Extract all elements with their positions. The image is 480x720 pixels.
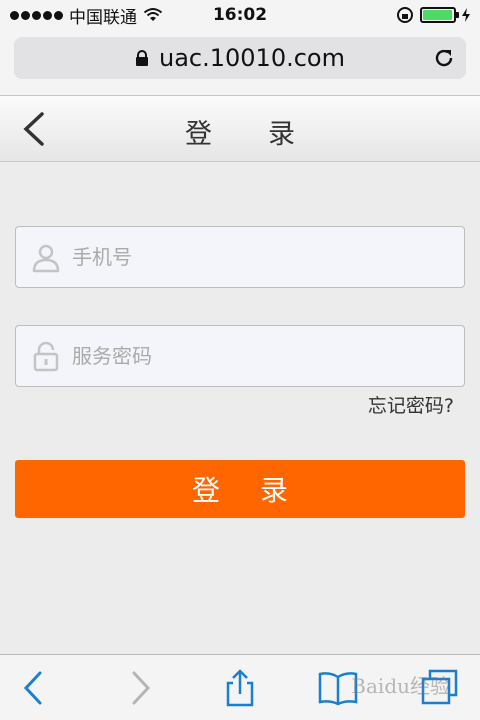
share-icon[interactable] [220,669,260,707]
login-button[interactable]: 登录 [15,460,465,518]
lock-icon [33,341,59,372]
browser-address-area: uac.10010.com [0,30,480,96]
secure-lock-icon [136,50,148,66]
phone-input[interactable] [72,245,432,269]
page-header: 登录 [0,96,480,162]
phone-field[interactable] [15,226,465,288]
status-bar: 中国联通 16:02 [0,0,480,30]
password-input[interactable] [72,344,432,368]
user-icon [32,244,60,273]
charging-icon [462,8,470,22]
battery-icon [420,7,459,23]
url-text: uac.10010.com [159,44,345,72]
back-nav-icon[interactable] [14,669,54,707]
address-bar[interactable]: uac.10010.com [14,37,466,79]
forgot-password-link[interactable]: 忘记密码? [368,391,454,418]
carrier-name: 中国联通 [69,7,137,28]
rotation-lock-icon [397,7,413,23]
signal-strength-icon [10,10,63,20]
reload-icon[interactable] [432,46,456,70]
page-title: 登录 [185,119,351,150]
wifi-icon [143,8,163,21]
watermark: Baidu经验 [351,674,450,698]
forward-icon[interactable] [120,669,160,707]
password-field[interactable] [15,325,465,387]
